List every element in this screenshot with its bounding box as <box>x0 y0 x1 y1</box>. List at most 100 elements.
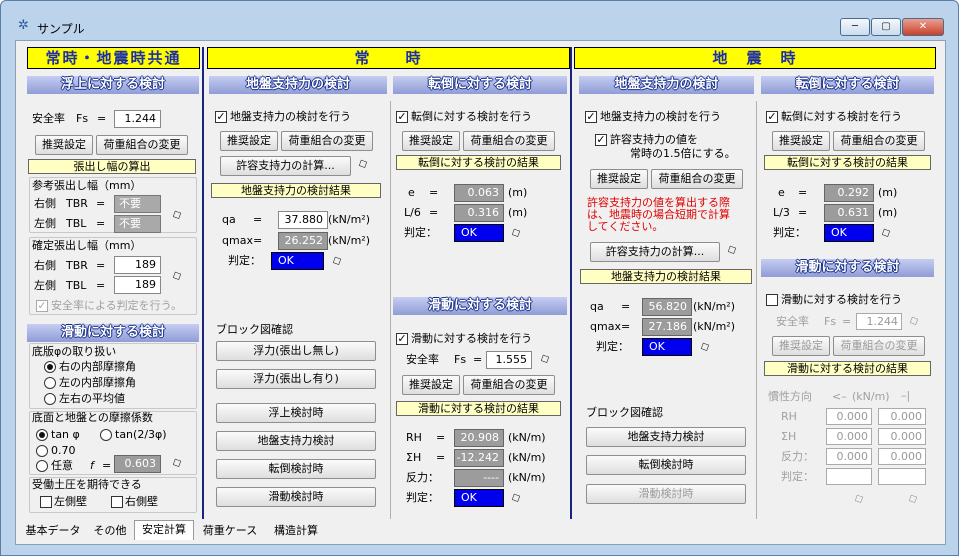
radio-tan23-phi-label: tan(2/3φ) <box>115 428 167 441</box>
equals: = <box>102 459 112 472</box>
tab-structure[interactable]: 構造計算 <box>266 522 326 542</box>
radio-tan23-phi[interactable] <box>100 429 112 441</box>
quake-overturn-recommend-button[interactable]: 推奨設定 <box>772 131 830 151</box>
quake-rh-right: 0.000 <box>878 408 926 425</box>
right-wall-label: 右側壁 <box>125 495 158 508</box>
normal-overturn-ok: OK <box>454 224 504 242</box>
sh-label: ΣH <box>406 451 422 464</box>
quake-15x-label-1: 許容支持力の値を <box>610 133 698 146</box>
quake-bearing-result-header: 地盤支持力の検討結果 <box>580 269 752 284</box>
normal-overturn-checkbox[interactable]: ✓ <box>396 111 408 123</box>
eraser-icon[interactable]: ◇ <box>329 252 343 269</box>
block-buoyancy-yes-button[interactable]: 浮力(張出し有り) <box>216 369 376 389</box>
quake-sliding-checkbox[interactable] <box>766 294 778 306</box>
judge-label: 判定： <box>404 226 437 239</box>
normal-allowable-calc-button[interactable]: 許容支持力の計算... <box>220 156 351 176</box>
eraser-icon[interactable]: ◇ <box>724 241 738 258</box>
quake-block-bearing-button[interactable]: 地盤支持力検討 <box>586 427 746 447</box>
normal-sliding-sf-input[interactable]: 1.555 <box>486 351 532 369</box>
eraser-icon[interactable]: ◇ <box>508 489 522 506</box>
quake-sliding-recommend-button[interactable]: 推奨設定 <box>772 336 830 356</box>
normal-overturn-check-label: 転倒に対する検討を行う <box>411 110 532 123</box>
uplift-header: 浮上に対する検討 <box>27 76 199 94</box>
block-overturn-button[interactable]: 転倒検討時 <box>216 459 376 479</box>
quake-judge-right <box>878 468 926 485</box>
quake-bearing-checkbox[interactable]: ✓ <box>585 111 597 123</box>
eraser-icon[interactable]: ◇ <box>355 155 369 172</box>
normal-sliding-load-button[interactable]: 荷重組合の変更 <box>463 375 555 395</box>
divider <box>390 101 391 519</box>
reaction-label: 反力： <box>781 450 814 463</box>
quake-overturn-result-header: 転倒に対する検討の結果 <box>764 155 931 170</box>
normal-sliding-checkbox[interactable]: ✓ <box>396 333 408 345</box>
eraser-icon[interactable]: ◇ <box>878 224 892 241</box>
equals: = <box>473 353 483 366</box>
normal-sliding-recommend-button[interactable]: 推奨設定 <box>402 375 460 395</box>
maximize-button[interactable]: ▢ <box>871 18 901 36</box>
equals: = <box>621 320 631 333</box>
quake-sliding-load-button[interactable]: 荷重組合の変更 <box>833 336 925 356</box>
left-wall-checkbox[interactable] <box>40 496 52 508</box>
ref-overhang-label: 参考張出し幅（mm） <box>32 179 142 192</box>
close-button[interactable]: ✕ <box>902 18 944 36</box>
radio-average[interactable] <box>44 393 56 405</box>
e-label: e <box>778 186 785 199</box>
block-bearing-button[interactable]: 地盤支持力検討 <box>216 431 376 451</box>
quake-block-overturn-button[interactable]: 転倒検討時 <box>586 455 746 475</box>
eraser-icon[interactable]: ◇ <box>508 224 522 241</box>
block-sliding-button[interactable]: 滑動検討時 <box>216 487 376 507</box>
quake-bearing-recommend-button[interactable]: 推奨設定 <box>590 169 648 189</box>
quake-sliding-check-label: 滑動に対する検討を行う <box>781 293 902 306</box>
radio-tan-phi[interactable] <box>36 429 48 441</box>
quake-bearing-load-button[interactable]: 荷重組合の変更 <box>651 169 743 189</box>
quake-sliding-sf-input[interactable]: 1.244 <box>856 313 902 330</box>
tab-basic-data[interactable]: 基本データ <box>20 522 86 542</box>
tab-load-case[interactable]: 荷重ケース <box>196 522 264 542</box>
normal-overturn-load-button[interactable]: 荷重組合の変更 <box>463 131 555 151</box>
normal-bearing-recommend-button[interactable]: 推奨設定 <box>220 131 278 151</box>
qmax-label: qmax <box>590 320 621 333</box>
uplift-sf-label: 安全率 <box>32 112 65 125</box>
inertia-left-arrow-icon: <– <box>832 390 847 403</box>
sf-judge-checkbox[interactable]: ✓ <box>36 300 48 312</box>
uplift-sf-input[interactable]: 1.244 <box>114 110 161 128</box>
divider <box>756 101 757 519</box>
tab-stability[interactable]: 安定計算 <box>134 520 194 540</box>
quake-block-sliding-button[interactable]: 滑動検討時 <box>586 484 746 504</box>
unit-label: (m) <box>878 206 898 219</box>
block-uplift-button[interactable]: 浮上検討時 <box>216 403 376 423</box>
fixed-right-input[interactable]: 189 <box>114 256 161 274</box>
left-label: 左側 <box>34 217 56 230</box>
quake-overturn-checkbox[interactable]: ✓ <box>766 111 778 123</box>
quake-overturn-load-button[interactable]: 荷重組合の変更 <box>833 131 925 151</box>
normal-bearing-checkbox[interactable]: ✓ <box>215 111 227 123</box>
radio-070[interactable] <box>36 445 48 457</box>
eraser-icon[interactable]: ◇ <box>906 312 920 329</box>
radio-right-angle[interactable] <box>44 361 56 373</box>
quake-allowable-calc-button[interactable]: 許容支持力の計算... <box>590 242 720 262</box>
eraser-icon[interactable]: ◇ <box>537 350 551 367</box>
normal-overturn-recommend-button[interactable]: 推奨設定 <box>402 131 460 151</box>
normal-bearing-load-button[interactable]: 荷重組合の変更 <box>281 131 373 151</box>
quake-15x-checkbox[interactable]: ✓ <box>595 134 607 146</box>
eraser-icon[interactable]: ◇ <box>905 490 919 507</box>
quake-reaction-left: 0.000 <box>826 448 872 465</box>
minimize-button[interactable]: ─ <box>840 18 870 36</box>
fixed-left-input[interactable]: 189 <box>114 276 161 294</box>
unit-label: (kN/m²) <box>328 213 371 226</box>
normal-sliding-result-header: 滑動に対する検討の結果 <box>396 401 561 416</box>
eraser-icon[interactable]: ◇ <box>697 338 711 355</box>
uplift-recommend-button[interactable]: 推奨設定 <box>35 135 93 155</box>
sf-judge-label: 安全率による判定を行う。 <box>51 299 183 312</box>
normal-sliding-check-label: 滑動に対する検討を行う <box>411 332 532 345</box>
block-buoyancy-no-button[interactable]: 浮力(張出し無し) <box>216 341 376 361</box>
eraser-icon[interactable]: ◇ <box>851 490 865 507</box>
radio-any[interactable] <box>36 460 48 472</box>
uplift-load-combo-button[interactable]: 荷重組合の変更 <box>96 135 188 155</box>
quake-l3-value: 0.631 <box>824 204 874 222</box>
passive-pressure-label: 受働土圧を期待できる <box>32 478 142 491</box>
tab-other[interactable]: その他 <box>88 522 132 542</box>
right-wall-checkbox[interactable] <box>111 496 123 508</box>
radio-left-angle[interactable] <box>44 377 56 389</box>
rh-label: RH <box>406 431 422 444</box>
